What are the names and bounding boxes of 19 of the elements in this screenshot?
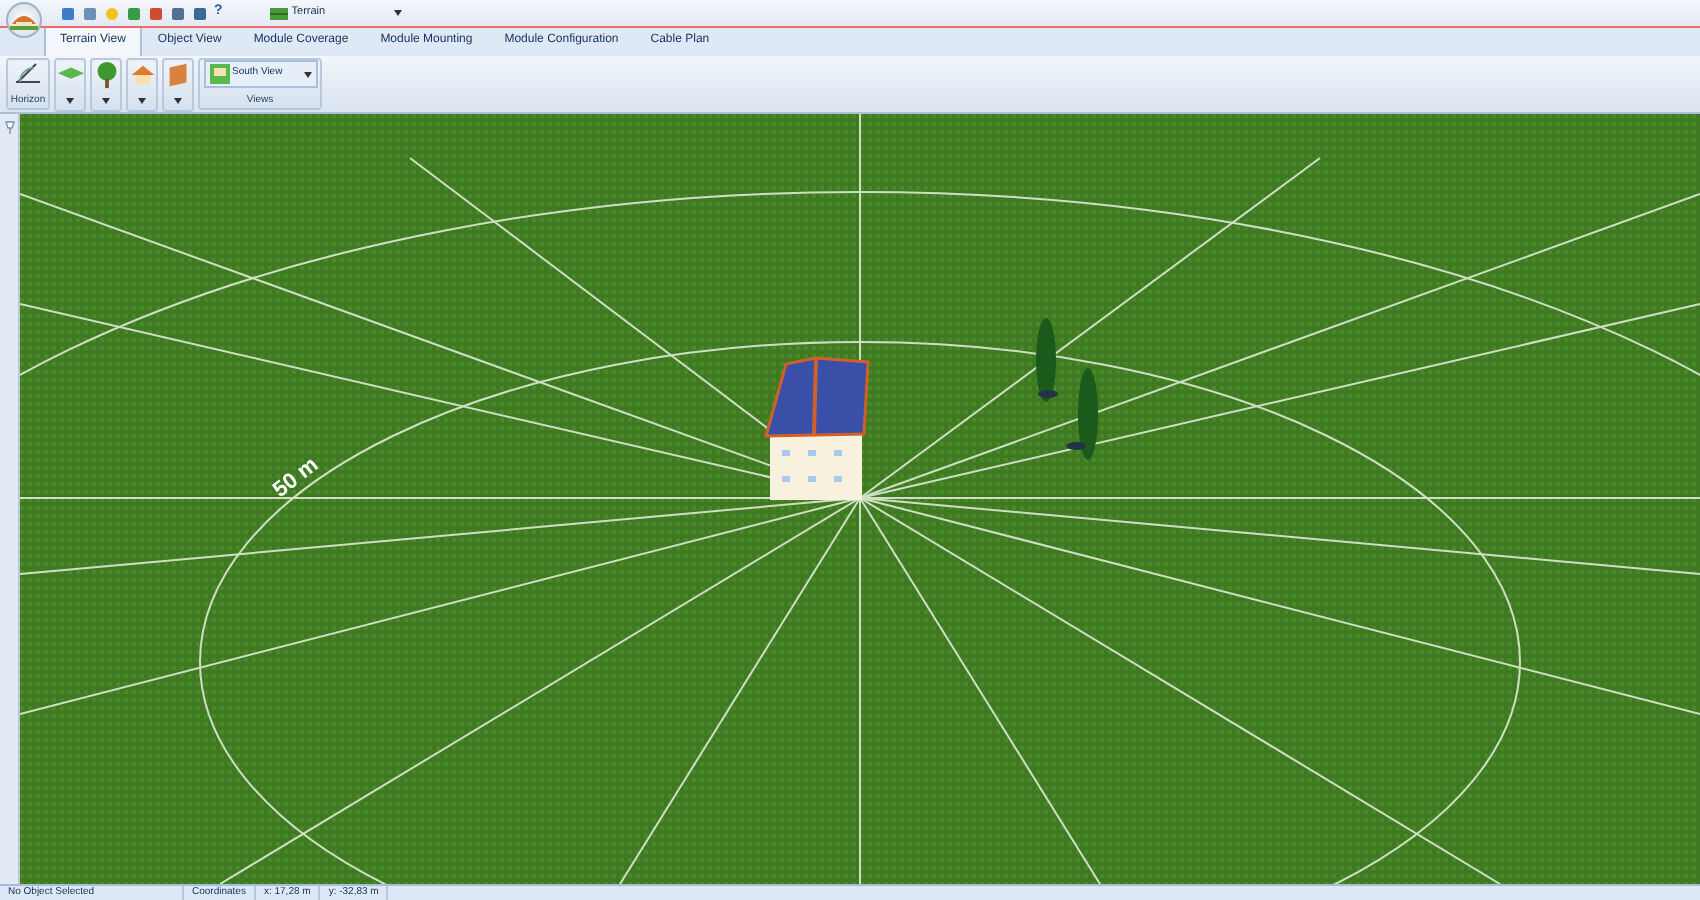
wall-button[interactable] <box>162 58 194 112</box>
house-icon <box>127 60 157 90</box>
caret-icon <box>66 98 74 104</box>
house-button[interactable] <box>126 58 158 112</box>
caret-icon <box>102 98 110 104</box>
tree-drawing <box>1036 318 1098 460</box>
pin-icon[interactable] <box>3 120 15 134</box>
horizon-icon[interactable] <box>14 60 42 86</box>
caret-icon[interactable] <box>394 10 403 16</box>
caret-icon <box>174 98 182 104</box>
terrain-3d-view[interactable]: 50 m <box>20 114 1700 884</box>
distance-label: 50 m <box>268 452 324 503</box>
caret-icon <box>138 98 146 104</box>
terrain-icon <box>270 7 289 19</box>
landscape-icon <box>209 64 229 84</box>
tree-button[interactable] <box>90 58 122 112</box>
house-drawing <box>764 356 870 500</box>
caret-icon <box>303 71 311 77</box>
app-menu-button[interactable] <box>6 2 42 38</box>
